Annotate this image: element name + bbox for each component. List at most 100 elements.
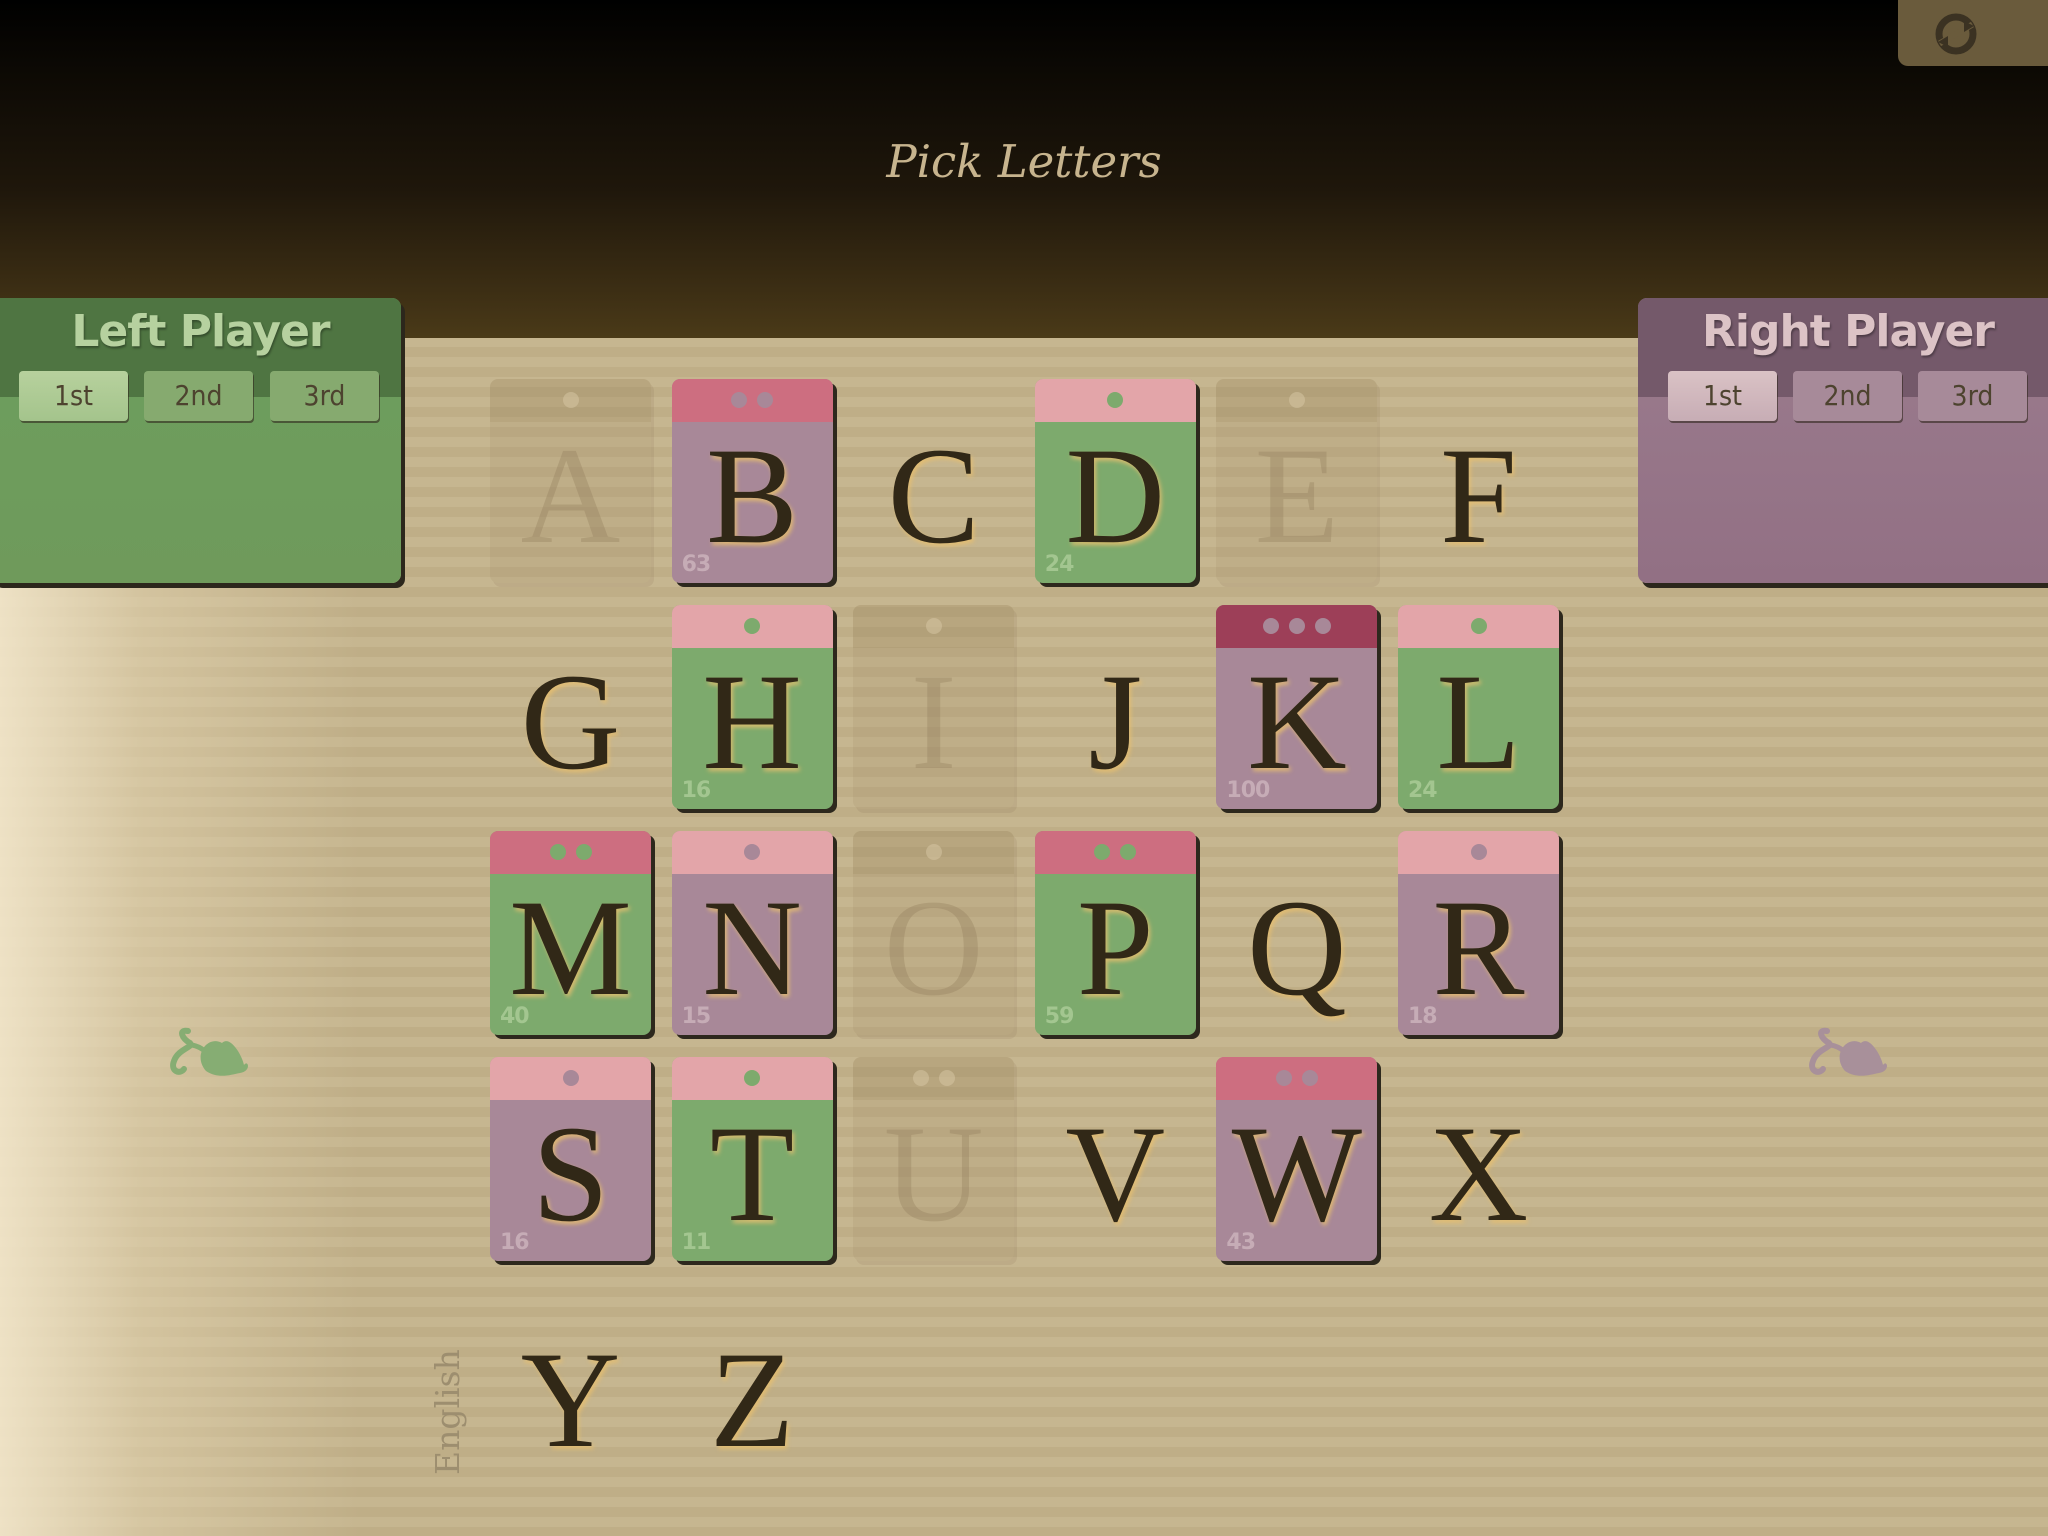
left-player-panel: Left Player 1st 2nd 3rd bbox=[0, 298, 401, 583]
letter-tile-w[interactable]: W 43 bbox=[1216, 1057, 1378, 1261]
tile-band bbox=[490, 1057, 651, 1100]
tile-letter: S bbox=[532, 1097, 609, 1250]
tile-letter: W bbox=[1231, 1097, 1363, 1250]
letter-slot-g: G bbox=[490, 605, 651, 809]
dot-icon bbox=[744, 1070, 761, 1086]
tile-count: 59 bbox=[1044, 1004, 1075, 1029]
tile-count: 15 bbox=[681, 1004, 712, 1029]
letter-slot-u: U bbox=[853, 1057, 1015, 1261]
left-rank-3rd-button[interactable]: 3rd bbox=[270, 371, 379, 421]
tile-band bbox=[671, 605, 833, 648]
tile-band bbox=[490, 831, 651, 874]
tile-dots bbox=[1216, 1070, 1377, 1086]
tile-band bbox=[1216, 605, 1378, 648]
letter-slot-y: Y bbox=[490, 1283, 651, 1487]
letter-tile-p[interactable]: P 59 bbox=[1034, 831, 1196, 1035]
left-leaf-ornament-icon bbox=[170, 1027, 248, 1076]
letter-slot-v: V bbox=[1035, 1057, 1196, 1261]
tile-count: 40 bbox=[500, 1004, 530, 1029]
tile-dots bbox=[1398, 618, 1559, 634]
letter-slot-a: A bbox=[490, 379, 651, 583]
right-player-panel: Right Player 1st 2nd 3rd bbox=[1638, 298, 2048, 583]
tile-dots bbox=[672, 844, 833, 860]
dot-icon bbox=[1107, 392, 1124, 408]
letter-x[interactable]: X bbox=[1398, 1099, 1559, 1249]
tile-letter: R bbox=[1432, 871, 1525, 1024]
letter-f[interactable]: F bbox=[1398, 421, 1559, 571]
tile-band bbox=[671, 379, 833, 422]
tile-letter: U bbox=[883, 1097, 984, 1250]
tile-dots bbox=[1035, 392, 1196, 408]
tile-dots bbox=[853, 844, 1014, 860]
letter-tile-k[interactable]: K 100 bbox=[1216, 605, 1378, 809]
letter-slot-b: B 63 bbox=[671, 379, 833, 583]
letter-tile-r[interactable]: R 18 bbox=[1398, 831, 1559, 1035]
tile-dots bbox=[1216, 392, 1377, 408]
tile-letter: E bbox=[1254, 419, 1340, 572]
letter-tile-h[interactable]: H 16 bbox=[671, 605, 833, 809]
letter-tile-m[interactable]: M 40 bbox=[490, 831, 651, 1035]
tile-band bbox=[490, 379, 651, 422]
letter-slot-s: S 16 bbox=[490, 1057, 651, 1261]
tile-band bbox=[853, 831, 1015, 874]
letter-slot-l: L 24 bbox=[1398, 605, 1559, 809]
letter-slot-n: N 15 bbox=[671, 831, 833, 1035]
letter-tile-a: A bbox=[490, 379, 651, 583]
letter-tile-o: O bbox=[853, 831, 1015, 1035]
tile-band bbox=[1034, 831, 1196, 874]
tile-dots bbox=[490, 844, 651, 860]
letter-v[interactable]: V bbox=[1035, 1099, 1196, 1249]
dot-icon bbox=[562, 392, 579, 408]
letter-q[interactable]: Q bbox=[1216, 873, 1377, 1023]
letter-tile-d[interactable]: D 24 bbox=[1034, 379, 1196, 583]
right-leaf-ornament-icon bbox=[1809, 1027, 1887, 1076]
tile-letter: D bbox=[1065, 419, 1166, 572]
letter-c[interactable]: C bbox=[853, 421, 1014, 571]
letter-slot-o: O bbox=[853, 831, 1015, 1035]
left-rank-1st-button[interactable]: 1st bbox=[19, 371, 128, 421]
letter-tile-b[interactable]: B 63 bbox=[671, 379, 833, 583]
dot-icon bbox=[925, 618, 942, 634]
tile-letter: T bbox=[709, 1097, 795, 1250]
dot-icon bbox=[575, 844, 592, 860]
tile-letter: O bbox=[883, 871, 984, 1024]
letter-y[interactable]: Y bbox=[490, 1325, 651, 1475]
letter-tile-e: E bbox=[1216, 379, 1378, 583]
letter-g[interactable]: G bbox=[490, 647, 651, 797]
letter-slot-z: Z bbox=[672, 1283, 833, 1487]
dot-icon bbox=[1288, 392, 1305, 408]
refresh-icon bbox=[1935, 13, 1977, 55]
letter-tile-t[interactable]: T 11 bbox=[671, 1057, 833, 1261]
left-player-name: Left Player bbox=[71, 306, 330, 357]
right-rank-1st-button[interactable]: 1st bbox=[1668, 371, 1777, 421]
right-rank-2nd-button[interactable]: 2nd bbox=[1793, 371, 1902, 421]
tile-dots bbox=[672, 1070, 833, 1086]
tile-band bbox=[671, 831, 833, 874]
tile-dots bbox=[853, 1070, 1014, 1086]
tile-count: 16 bbox=[500, 1230, 530, 1255]
tile-count: 18 bbox=[1408, 1004, 1438, 1029]
dot-icon bbox=[1470, 844, 1487, 860]
dot-icon bbox=[562, 1070, 579, 1086]
right-rank-3rd-button[interactable]: 3rd bbox=[1918, 371, 2027, 421]
dot-icon bbox=[744, 618, 761, 634]
letter-j[interactable]: J bbox=[1035, 647, 1196, 797]
dot-icon bbox=[1301, 1070, 1318, 1086]
page-title: Pick Letters bbox=[886, 135, 1162, 188]
tile-band bbox=[671, 1057, 833, 1100]
tile-band bbox=[853, 1057, 1015, 1100]
letter-tile-l[interactable]: L 24 bbox=[1398, 605, 1559, 809]
refresh-button[interactable] bbox=[1898, 0, 2048, 66]
letter-slot-m: M 40 bbox=[490, 831, 651, 1035]
letter-tile-s[interactable]: S 16 bbox=[490, 1057, 651, 1261]
letter-tile-n[interactable]: N 15 bbox=[671, 831, 833, 1035]
letter-slot-e: E bbox=[1216, 379, 1378, 583]
letter-slot-j: J bbox=[1035, 605, 1196, 809]
tile-letter: H bbox=[702, 645, 802, 798]
letter-z[interactable]: Z bbox=[672, 1325, 833, 1475]
tile-letter: M bbox=[509, 871, 632, 1024]
tile-letter: N bbox=[702, 871, 802, 1024]
left-rank-2nd-button[interactable]: 2nd bbox=[144, 371, 253, 421]
tile-count: 100 bbox=[1226, 778, 1270, 803]
tile-dots bbox=[490, 1070, 651, 1086]
